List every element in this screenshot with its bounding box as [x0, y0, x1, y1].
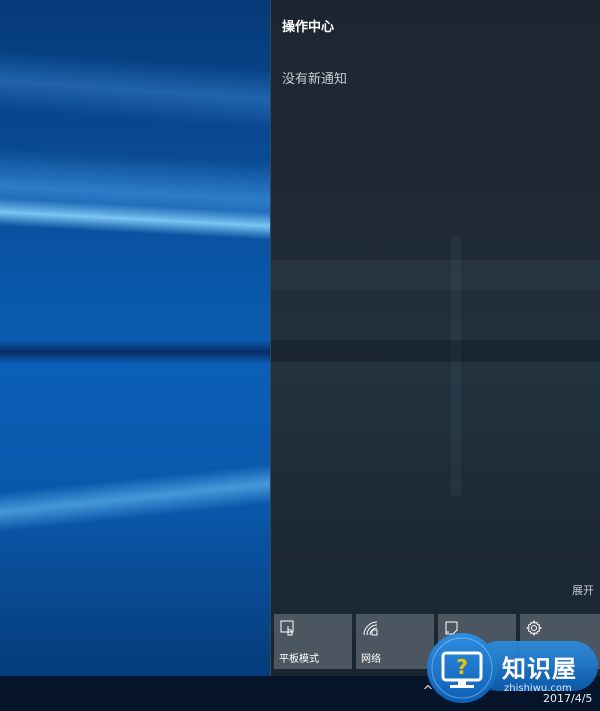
- tile-label: 网络: [361, 654, 381, 665]
- watermark-brand: 知识屋: [502, 655, 577, 683]
- wallpaper-shadow-beam: [0, 340, 270, 364]
- action-center-title: 操作中心: [282, 20, 335, 35]
- no-notifications-text: 没有新通知: [282, 72, 348, 87]
- panel-background-blur: [271, 260, 600, 290]
- wallpaper-light-beam: [0, 463, 270, 533]
- desktop-wallpaper: [0, 0, 270, 676]
- panel-background-blur: [271, 340, 600, 362]
- tile-tablet-mode[interactable]: 平板模式: [274, 614, 352, 669]
- expand-link[interactable]: 展开: [572, 582, 594, 598]
- tile-label: 平板模式: [279, 654, 319, 665]
- network-icon: [363, 621, 378, 636]
- wallpaper-light-beam: [0, 50, 270, 130]
- svg-text:?: ?: [456, 655, 468, 679]
- action-center-panel: 操作中心 没有新通知 展开: [270, 0, 600, 676]
- tablet-mode-icon: [280, 620, 294, 636]
- watermark-url: zhishiwu.com: [504, 683, 572, 694]
